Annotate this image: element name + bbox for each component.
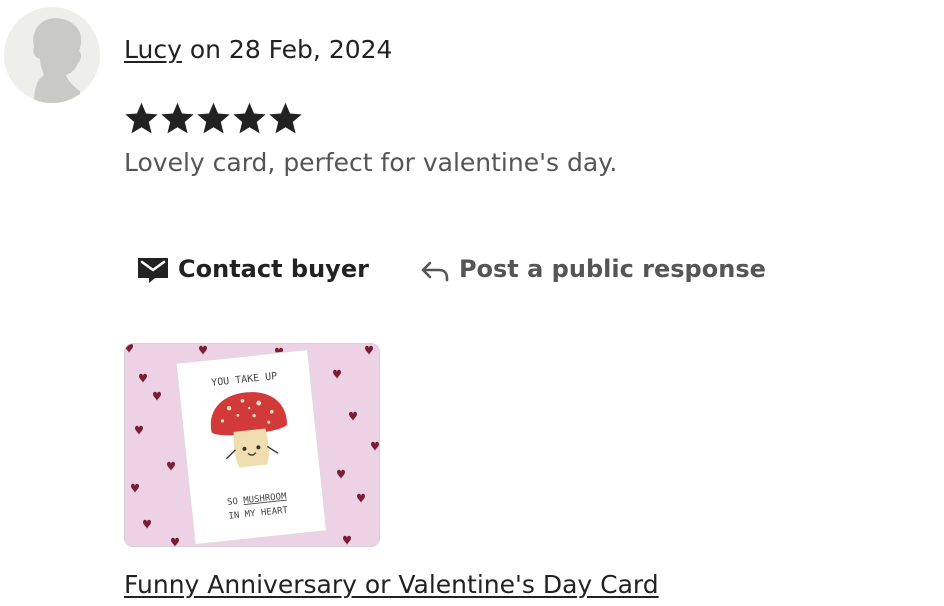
- product-thumbnail[interactable]: YOU TAKE UP SO MUSHROOM IN MY HEART: [124, 343, 380, 547]
- default-avatar-icon: [33, 18, 82, 103]
- review-meta: Lucy on 28 Feb, 2024: [124, 34, 392, 66]
- review-date: on 28 Feb, 2024: [181, 35, 393, 64]
- post-public-response-button[interactable]: Post a public response: [419, 252, 766, 286]
- star-icon: [197, 102, 230, 134]
- star-icon: [269, 102, 302, 134]
- contact-buyer-label: Contact buyer: [178, 255, 369, 283]
- avatar[interactable]: [4, 7, 100, 103]
- reviewer-name-link[interactable]: Lucy: [124, 35, 182, 64]
- card-line-2-pre: SO: [227, 496, 244, 508]
- post-public-response-label: Post a public response: [458, 255, 766, 283]
- reply-arrow-icon: [419, 255, 451, 283]
- contact-buyer-button[interactable]: Contact buyer: [136, 252, 369, 286]
- star-icon: [233, 102, 266, 134]
- envelope-icon: [136, 254, 170, 284]
- review-text: Lovely card, perfect for valentine's day…: [124, 148, 618, 177]
- review-item: Lucy on 28 Feb, 2024 Lovely card, perfec…: [0, 0, 944, 606]
- star-icon: [125, 102, 158, 134]
- product-image: YOU TAKE UP SO MUSHROOM IN MY HEART: [125, 344, 379, 546]
- star-rating: [124, 100, 303, 136]
- star-icon: [161, 102, 194, 134]
- product-title-link[interactable]: Funny Anniversary or Valentine's Day Car…: [124, 569, 659, 601]
- review-actions: Contact buyer Post a public response: [136, 252, 766, 286]
